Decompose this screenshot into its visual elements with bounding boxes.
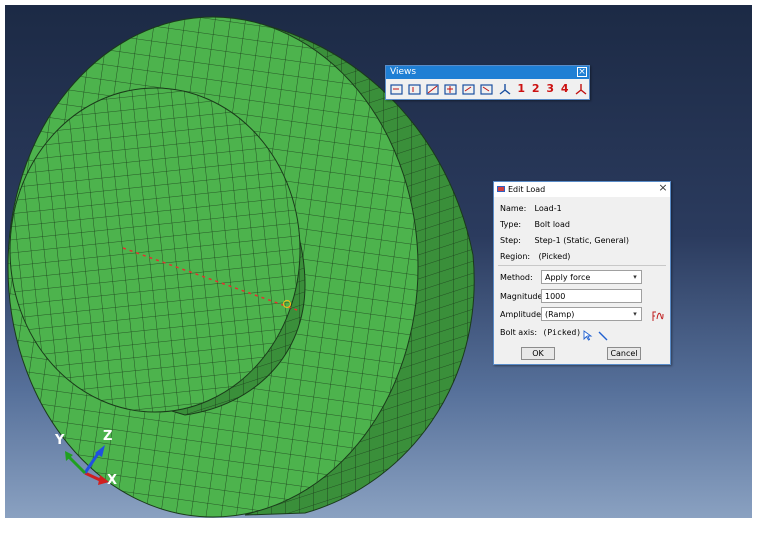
- view-bottom-icon[interactable]: [443, 81, 459, 97]
- type-row: Type: Bolt load: [500, 220, 570, 229]
- dialog-app-icon: [497, 186, 505, 192]
- type-value: Bolt load: [534, 220, 570, 229]
- method-select[interactable]: Apply force ▾: [541, 270, 642, 284]
- triad-label-y: Y: [55, 433, 65, 448]
- step-value: Step-1 (Static, General): [534, 236, 630, 245]
- triad-label-x: X: [107, 473, 118, 488]
- step-row: Step: Step-1 (Static, General): [500, 236, 629, 245]
- bolt-axis-row: Bolt axis: (Picked): [500, 328, 581, 337]
- edit-load-title: Edit Load: [508, 185, 546, 194]
- view-right-icon[interactable]: [479, 81, 495, 97]
- bolt-axis-value: (Picked): [542, 328, 582, 337]
- view-left-icon[interactable]: [461, 81, 477, 97]
- region-row: Region: (Picked): [500, 252, 570, 261]
- magnitude-input[interactable]: 1000: [541, 289, 642, 303]
- magnitude-label: Magnitude:: [500, 292, 546, 301]
- views-close-button[interactable]: ×: [577, 67, 587, 77]
- create-amplitude-icon[interactable]: [652, 307, 664, 321]
- chevron-down-icon: ▾: [633, 273, 637, 281]
- ok-button[interactable]: OK: [521, 347, 555, 360]
- view-triad-icon[interactable]: [573, 81, 589, 97]
- view-iso-icon[interactable]: [497, 81, 513, 97]
- views-titlebar[interactable]: Views ×: [386, 66, 589, 79]
- method-select-value: Apply force: [545, 273, 591, 282]
- amplitude-select-value: (Ramp): [545, 310, 575, 319]
- edge-select-icon[interactable]: [598, 326, 608, 341]
- view-top-icon[interactable]: [425, 81, 441, 97]
- edit-load-close-button[interactable]: ×: [658, 182, 668, 193]
- triad-label-z: Z: [103, 429, 113, 444]
- user-view-1-button[interactable]: 1: [515, 81, 528, 97]
- region-value: (Picked): [538, 252, 571, 261]
- divider: [498, 265, 666, 266]
- edit-load-dialog: Edit Load × Name: Load-1 Type: Bolt load…: [493, 181, 671, 365]
- user-view-2-button[interactable]: 2: [530, 81, 543, 97]
- cancel-button[interactable]: Cancel: [607, 347, 641, 360]
- amplitude-label: Amplitude:: [500, 310, 544, 319]
- method-label: Method:: [500, 273, 533, 282]
- view-front-icon[interactable]: [389, 81, 405, 97]
- bolt-axis-label: Bolt axis:: [500, 328, 538, 337]
- magnitude-input-value: 1000: [545, 292, 566, 301]
- amplitude-select[interactable]: (Ramp) ▾: [541, 307, 642, 321]
- region-label: Region:: [500, 252, 531, 261]
- step-label: Step:: [500, 236, 521, 245]
- user-view-4-button[interactable]: 4: [559, 81, 572, 97]
- user-view-3-button[interactable]: 3: [544, 81, 557, 97]
- select-cursor-icon[interactable]: [583, 326, 593, 341]
- views-toolbar: Views × 1 2 3 4: [385, 65, 590, 100]
- edit-load-titlebar[interactable]: Edit Load ×: [494, 182, 670, 197]
- views-title: Views: [390, 67, 417, 77]
- chevron-down-icon: ▾: [633, 310, 637, 318]
- name-label: Name:: [500, 204, 527, 213]
- name-row: Name: Load-1: [500, 204, 562, 213]
- type-label: Type:: [500, 220, 522, 229]
- view-back-icon[interactable]: [407, 81, 423, 97]
- name-value: Load-1: [534, 204, 562, 213]
